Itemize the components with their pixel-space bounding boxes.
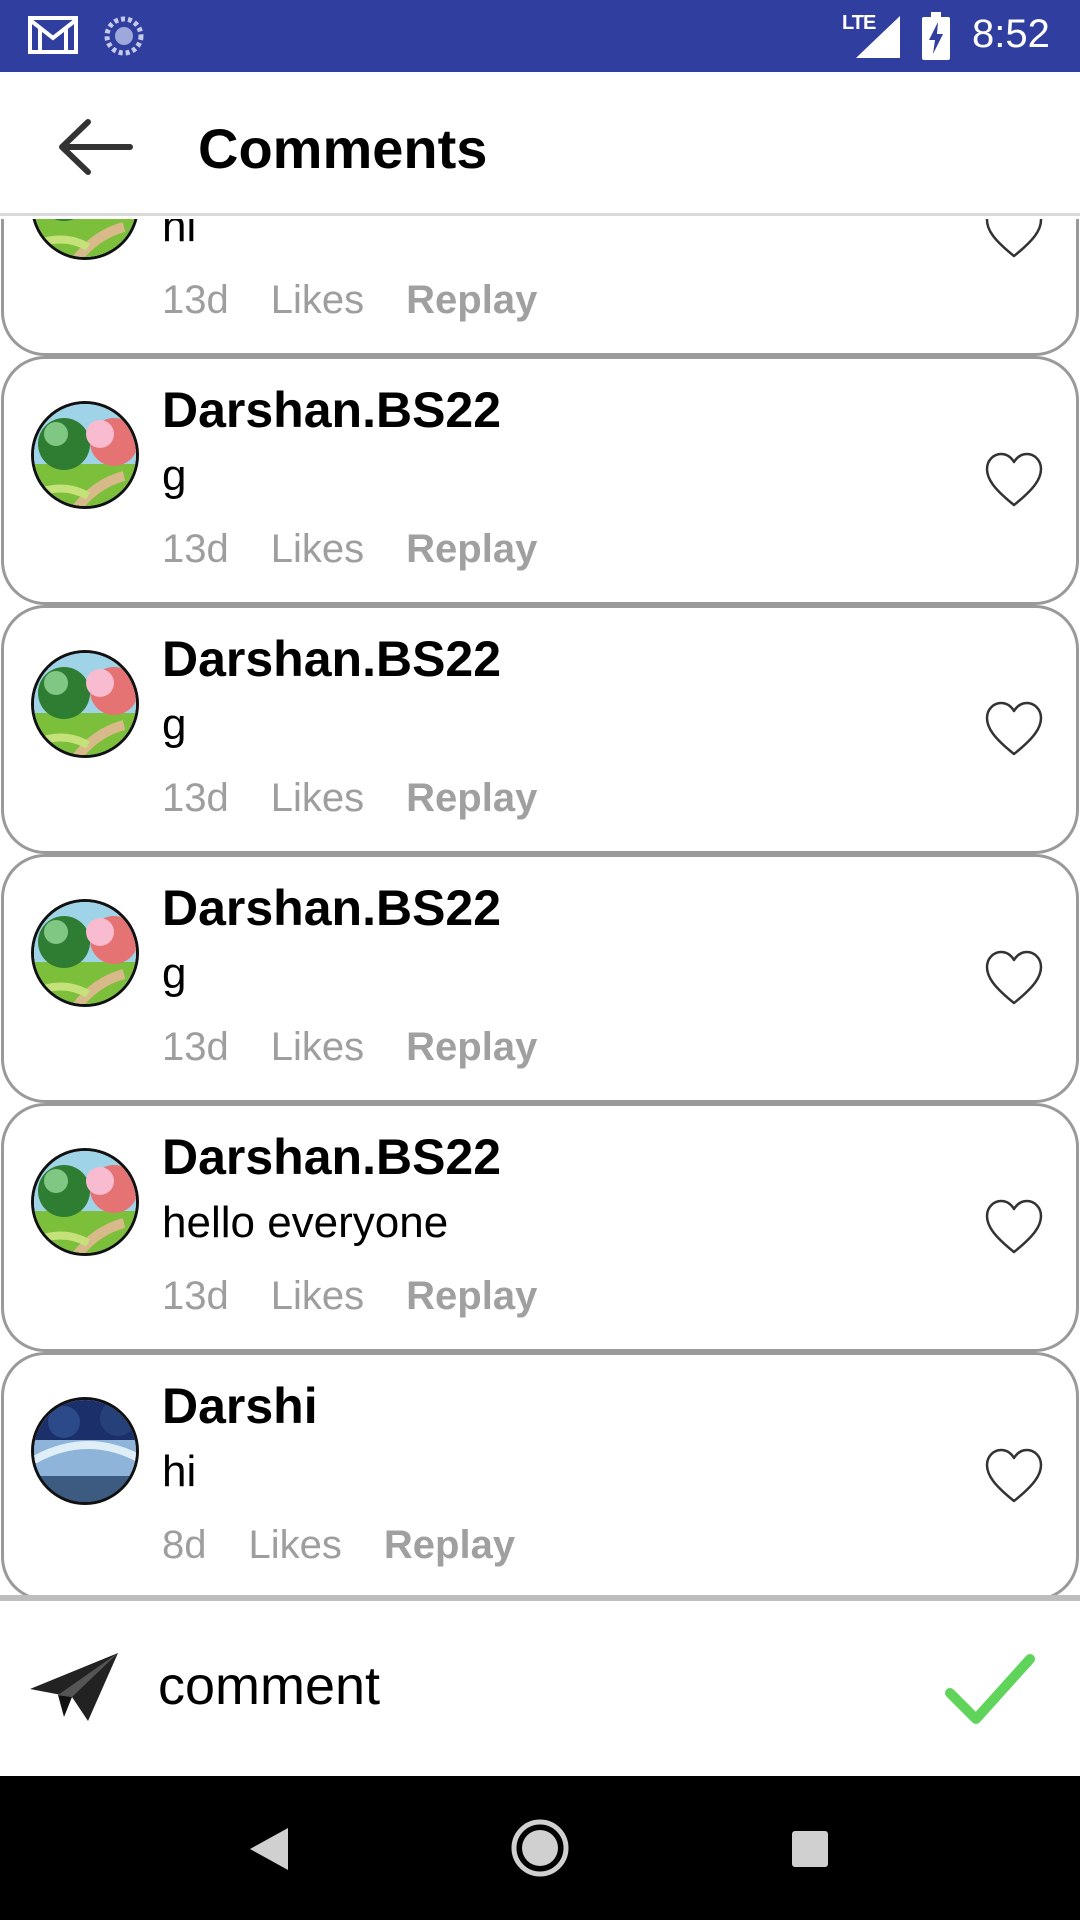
check-icon[interactable] [944, 1651, 1036, 1727]
comment-text: hi [162, 219, 197, 251]
avatar[interactable] [31, 899, 139, 1007]
comment-meta: 13d Likes Replay [162, 776, 579, 821]
comment-meta: 13d Likes Replay [162, 1025, 579, 1070]
comment-meta: 13d Likes Replay [162, 278, 579, 323]
reply-button[interactable]: Replay [406, 1274, 537, 1318]
comment-card: Darshi hi 8d Likes Replay [1, 1352, 1079, 1595]
comment-text: g [162, 700, 187, 749]
heart-icon[interactable] [984, 1447, 1044, 1505]
heart-icon[interactable] [984, 949, 1044, 1007]
signal-icon [856, 16, 900, 58]
comment-age: 13d [162, 527, 229, 571]
heart-icon[interactable] [984, 451, 1044, 509]
comment-meta: 8d Likes Replay [162, 1523, 557, 1568]
comment-text: hi [162, 1447, 197, 1496]
comment-username[interactable]: Darshi [162, 1377, 318, 1435]
comment-age: 13d [162, 1025, 229, 1069]
comment-text: g [162, 949, 187, 998]
status-bar: LTE 8:52 [0, 0, 1080, 72]
comment-username[interactable]: Darshan.BS22 [162, 630, 501, 688]
comment-meta: 13d Likes Replay [162, 1274, 579, 1319]
heart-icon[interactable] [984, 700, 1044, 758]
avatar[interactable] [31, 1397, 139, 1505]
app-bar: Comments [0, 72, 1080, 216]
nav-back-icon[interactable] [248, 1826, 290, 1872]
likes-button[interactable]: Likes [271, 1025, 364, 1069]
system-nav-bar [0, 1776, 1080, 1920]
arrow-back-icon[interactable] [52, 116, 136, 178]
comment-age: 13d [162, 1274, 229, 1318]
avatar[interactable] [31, 401, 139, 509]
avatar[interactable] [31, 1148, 139, 1256]
comment-username[interactable]: Darshan.BS22 [162, 381, 501, 439]
reply-button[interactable]: Replay [406, 527, 537, 571]
send-icon[interactable] [28, 1651, 120, 1723]
comment-list[interactable]: hi 13d Likes Replay Darshan.BS22 g 13d Likes Re… [0, 219, 1080, 1595]
reply-button[interactable]: Replay [384, 1523, 515, 1567]
page-title: Comments [198, 117, 488, 180]
heart-icon[interactable] [984, 1198, 1044, 1256]
gmail-icon [28, 16, 78, 54]
likes-button[interactable]: Likes [271, 527, 364, 571]
comment-input-bar [0, 1601, 1080, 1776]
comment-card: Darshan.BS22 g 13d Likes Replay [1, 356, 1079, 605]
comment-text: g [162, 451, 187, 500]
comment-card: Darshan.BS22 g 13d Likes Replay [1, 605, 1079, 854]
comment-card: Darshan.BS22 g 13d Likes Replay [1, 854, 1079, 1103]
sync-icon [104, 16, 144, 56]
comment-input[interactable] [158, 1641, 898, 1731]
avatar[interactable] [31, 650, 139, 758]
comment-username[interactable]: Darshan.BS22 [162, 879, 501, 937]
comment-text: hello everyone [162, 1198, 449, 1247]
likes-button[interactable]: Likes [271, 1274, 364, 1318]
avatar[interactable] [31, 219, 139, 260]
nav-recents-icon[interactable] [790, 1829, 830, 1869]
clock: 8:52 [972, 12, 1050, 56]
heart-icon[interactable] [984, 219, 1044, 260]
reply-button[interactable]: Replay [406, 278, 537, 322]
nav-home-icon[interactable] [510, 1818, 570, 1878]
comment-age: 13d [162, 278, 229, 322]
comment-age: 8d [162, 1523, 207, 1567]
likes-button[interactable]: Likes [271, 776, 364, 820]
comment-card: Darshan.BS22 hello everyone 13d Likes Replay [1, 1103, 1079, 1352]
likes-button[interactable]: Likes [249, 1523, 342, 1567]
battery-charging-icon [922, 12, 950, 60]
reply-button[interactable]: Replay [406, 776, 537, 820]
reply-button[interactable]: Replay [406, 1025, 537, 1069]
comment-card: hi 13d Likes Replay [1, 219, 1079, 356]
comment-age: 13d [162, 776, 229, 820]
comment-meta: 13d Likes Replay [162, 527, 579, 572]
comment-username[interactable]: Darshan.BS22 [162, 1128, 501, 1186]
likes-button[interactable]: Likes [271, 278, 364, 322]
